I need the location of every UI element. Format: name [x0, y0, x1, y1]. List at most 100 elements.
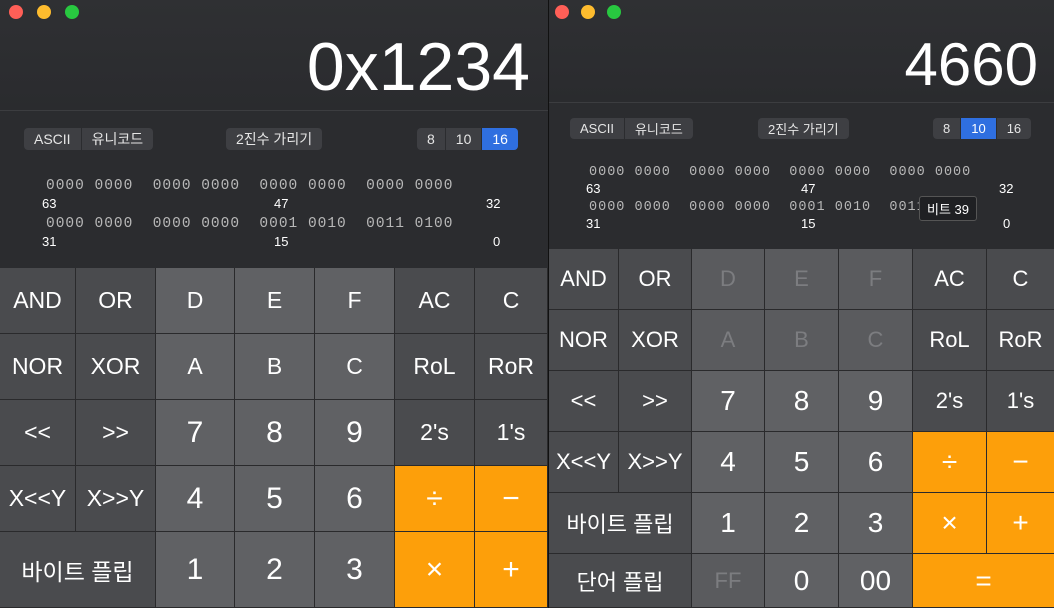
- x-shift-right-y-key[interactable]: X>>Y: [76, 466, 156, 532]
- twos-complement-key[interactable]: 2's: [913, 371, 987, 432]
- x-shift-right-y-key[interactable]: X>>Y: [619, 432, 692, 493]
- rotate-right-key[interactable]: RoR: [987, 310, 1054, 371]
- base-8-button[interactable]: 8: [933, 118, 960, 139]
- divide-key[interactable]: ÷: [913, 432, 987, 493]
- a-key[interactable]: A: [156, 334, 235, 400]
- byte-flip-key[interactable]: 바이트 플립: [0, 532, 156, 608]
- unicode-button[interactable]: 유니코드: [623, 118, 693, 139]
- encoding-segment: ASCII 유니코드: [570, 118, 693, 139]
- nor-key[interactable]: NOR: [549, 310, 619, 371]
- digit-0-key[interactable]: 0: [765, 554, 839, 608]
- display-value: 0x1234: [306, 29, 530, 105]
- base-10-button[interactable]: 10: [960, 118, 996, 139]
- bit-label-15: 15: [801, 216, 816, 231]
- digit-8-key[interactable]: 8: [765, 371, 839, 432]
- and-key[interactable]: AND: [549, 249, 619, 310]
- and-key[interactable]: AND: [0, 268, 76, 334]
- shift-right-key[interactable]: >>: [619, 371, 692, 432]
- all-clear-key[interactable]: AC: [395, 268, 475, 334]
- hide-binary-button[interactable]: 2진수 가리기: [758, 118, 849, 139]
- twos-complement-key[interactable]: 2's: [395, 400, 475, 466]
- base-16-button[interactable]: 16: [995, 118, 1031, 139]
- b-key[interactable]: B: [235, 334, 315, 400]
- close-button[interactable]: [9, 5, 23, 19]
- or-key[interactable]: OR: [619, 249, 692, 310]
- digit-5-key[interactable]: 5: [765, 432, 839, 493]
- bit-label-63: 63: [586, 181, 601, 196]
- digit-1-key[interactable]: 1: [156, 532, 235, 608]
- xor-key[interactable]: XOR: [619, 310, 692, 371]
- divide-key[interactable]: ÷: [395, 466, 475, 532]
- multiply-key[interactable]: ×: [913, 493, 987, 554]
- digit-4-key[interactable]: 4: [692, 432, 765, 493]
- base-10-button[interactable]: 10: [444, 128, 482, 150]
- x-shift-left-y-key[interactable]: X<<Y: [0, 466, 76, 532]
- base-16-button[interactable]: 16: [481, 128, 518, 150]
- digit-2-key[interactable]: 2: [765, 493, 839, 554]
- digit-7-key[interactable]: 7: [692, 371, 765, 432]
- ascii-button[interactable]: ASCII: [570, 118, 624, 139]
- all-clear-key[interactable]: AC: [913, 249, 987, 310]
- digit-3-key[interactable]: 3: [839, 493, 913, 554]
- ones-complement-key[interactable]: 1's: [987, 371, 1054, 432]
- clear-key[interactable]: C: [987, 249, 1054, 310]
- clear-key[interactable]: C: [475, 268, 548, 334]
- nor-key[interactable]: NOR: [0, 334, 76, 400]
- ascii-button[interactable]: ASCII: [24, 128, 81, 150]
- e-key[interactable]: E: [235, 268, 315, 334]
- multiply-key[interactable]: ×: [395, 532, 475, 608]
- d-key[interactable]: D: [156, 268, 235, 334]
- xor-key[interactable]: XOR: [76, 334, 156, 400]
- subtract-key[interactable]: −: [987, 432, 1054, 493]
- base-8-button[interactable]: 8: [417, 128, 445, 150]
- hide-binary-label: 2진수 가리기: [236, 131, 313, 147]
- digit-6-key[interactable]: 6: [315, 466, 395, 532]
- bit-label-32: 32: [999, 181, 1014, 196]
- bit-row-low[interactable]: 0000 0000 0000 0000 0001 0010 0011 0100: [589, 200, 971, 215]
- shift-right-key[interactable]: >>: [76, 400, 156, 466]
- zoom-button[interactable]: [607, 5, 621, 19]
- shift-left-key[interactable]: <<: [549, 371, 619, 432]
- base-segment: 8 10 16: [417, 128, 518, 150]
- x-shift-left-y-key[interactable]: X<<Y: [549, 432, 619, 493]
- add-key[interactable]: +: [475, 532, 548, 608]
- shift-left-key[interactable]: <<: [0, 400, 76, 466]
- digit-2-key[interactable]: 2: [235, 532, 315, 608]
- rotate-left-key[interactable]: RoL: [913, 310, 987, 371]
- divider: [0, 110, 548, 111]
- close-button[interactable]: [555, 5, 569, 19]
- byte-flip-key[interactable]: 바이트 플립: [549, 493, 692, 554]
- or-key[interactable]: OR: [76, 268, 156, 334]
- equals-key[interactable]: =: [913, 554, 1054, 608]
- digit-6-key[interactable]: 6: [839, 432, 913, 493]
- add-key[interactable]: +: [987, 493, 1054, 554]
- divider: [549, 102, 1054, 103]
- digit-3-key[interactable]: 3: [315, 532, 395, 608]
- rotate-left-key[interactable]: RoL: [395, 334, 475, 400]
- rotate-right-key[interactable]: RoR: [475, 334, 548, 400]
- digit-9-key[interactable]: 9: [839, 371, 913, 432]
- c-hex-key[interactable]: C: [315, 334, 395, 400]
- unicode-button[interactable]: 유니코드: [80, 128, 154, 150]
- bit-row-high[interactable]: 0000 0000 0000 0000 0000 0000 0000 0000: [46, 178, 453, 194]
- digit-8-key[interactable]: 8: [235, 400, 315, 466]
- zoom-button[interactable]: [65, 5, 79, 19]
- calculator-window-decimal: 4660 ASCII 유니코드 2진수 가리기 8 10 16 0000 000…: [548, 0, 1054, 608]
- f-key[interactable]: F: [315, 268, 395, 334]
- digit-9-key[interactable]: 9: [315, 400, 395, 466]
- digit-1-key[interactable]: 1: [692, 493, 765, 554]
- bit-tooltip: 비트 39: [919, 196, 977, 221]
- hide-binary-button[interactable]: 2진수 가리기: [226, 128, 323, 150]
- bit-row-high[interactable]: 0000 0000 0000 0000 0000 0000 0000 0000: [589, 165, 971, 180]
- bit-row-low[interactable]: 0000 0000 0000 0000 0001 0010 0011 0100: [46, 216, 453, 232]
- digit-5-key[interactable]: 5: [235, 466, 315, 532]
- minimize-button[interactable]: [581, 5, 595, 19]
- digit-7-key[interactable]: 7: [156, 400, 235, 466]
- bit-label-63: 63: [42, 196, 57, 211]
- minimize-button[interactable]: [37, 5, 51, 19]
- double-zero-key[interactable]: 00: [839, 554, 913, 608]
- word-flip-key[interactable]: 단어 플립: [549, 554, 692, 608]
- subtract-key[interactable]: −: [475, 466, 548, 532]
- digit-4-key[interactable]: 4: [156, 466, 235, 532]
- ones-complement-key[interactable]: 1's: [475, 400, 548, 466]
